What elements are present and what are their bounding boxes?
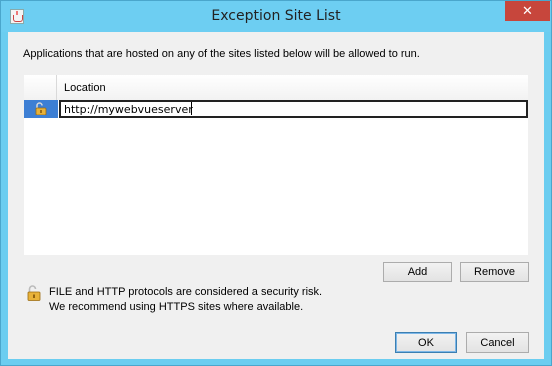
table-header: Location (24, 75, 528, 100)
add-button[interactable]: Add (383, 262, 452, 282)
title-bar[interactable]: Exception Site List ✕ (1, 1, 551, 32)
ok-button[interactable]: OK (395, 332, 457, 353)
cancel-button[interactable]: Cancel (466, 332, 529, 353)
location-input[interactable] (59, 100, 528, 118)
intro-text: Applications that are hosted on any of t… (23, 48, 420, 60)
dialog-body: Applications that are hosted on any of t… (8, 32, 544, 359)
window-title: Exception Site List (211, 8, 341, 24)
security-warning: FILE and HTTP protocols are considered a… (49, 285, 322, 315)
text-caret (191, 102, 192, 115)
exception-site-list-window: Exception Site List ✕ Applications that … (0, 0, 552, 366)
remove-button[interactable]: Remove (460, 262, 529, 282)
warning-line-1: FILE and HTTP protocols are considered a… (49, 286, 323, 298)
unlocked-padlock-icon (35, 102, 47, 115)
close-button[interactable]: ✕ (505, 1, 550, 21)
table-row[interactable] (24, 100, 528, 118)
column-header-location[interactable]: Location (64, 82, 106, 94)
unlocked-padlock-icon (27, 285, 41, 301)
row-icon-cell[interactable] (24, 100, 58, 118)
site-list-table[interactable]: Location (24, 75, 528, 255)
warning-line-2: We recommend using HTTPS sites where ava… (49, 301, 304, 313)
column-header-icon[interactable] (24, 75, 57, 100)
